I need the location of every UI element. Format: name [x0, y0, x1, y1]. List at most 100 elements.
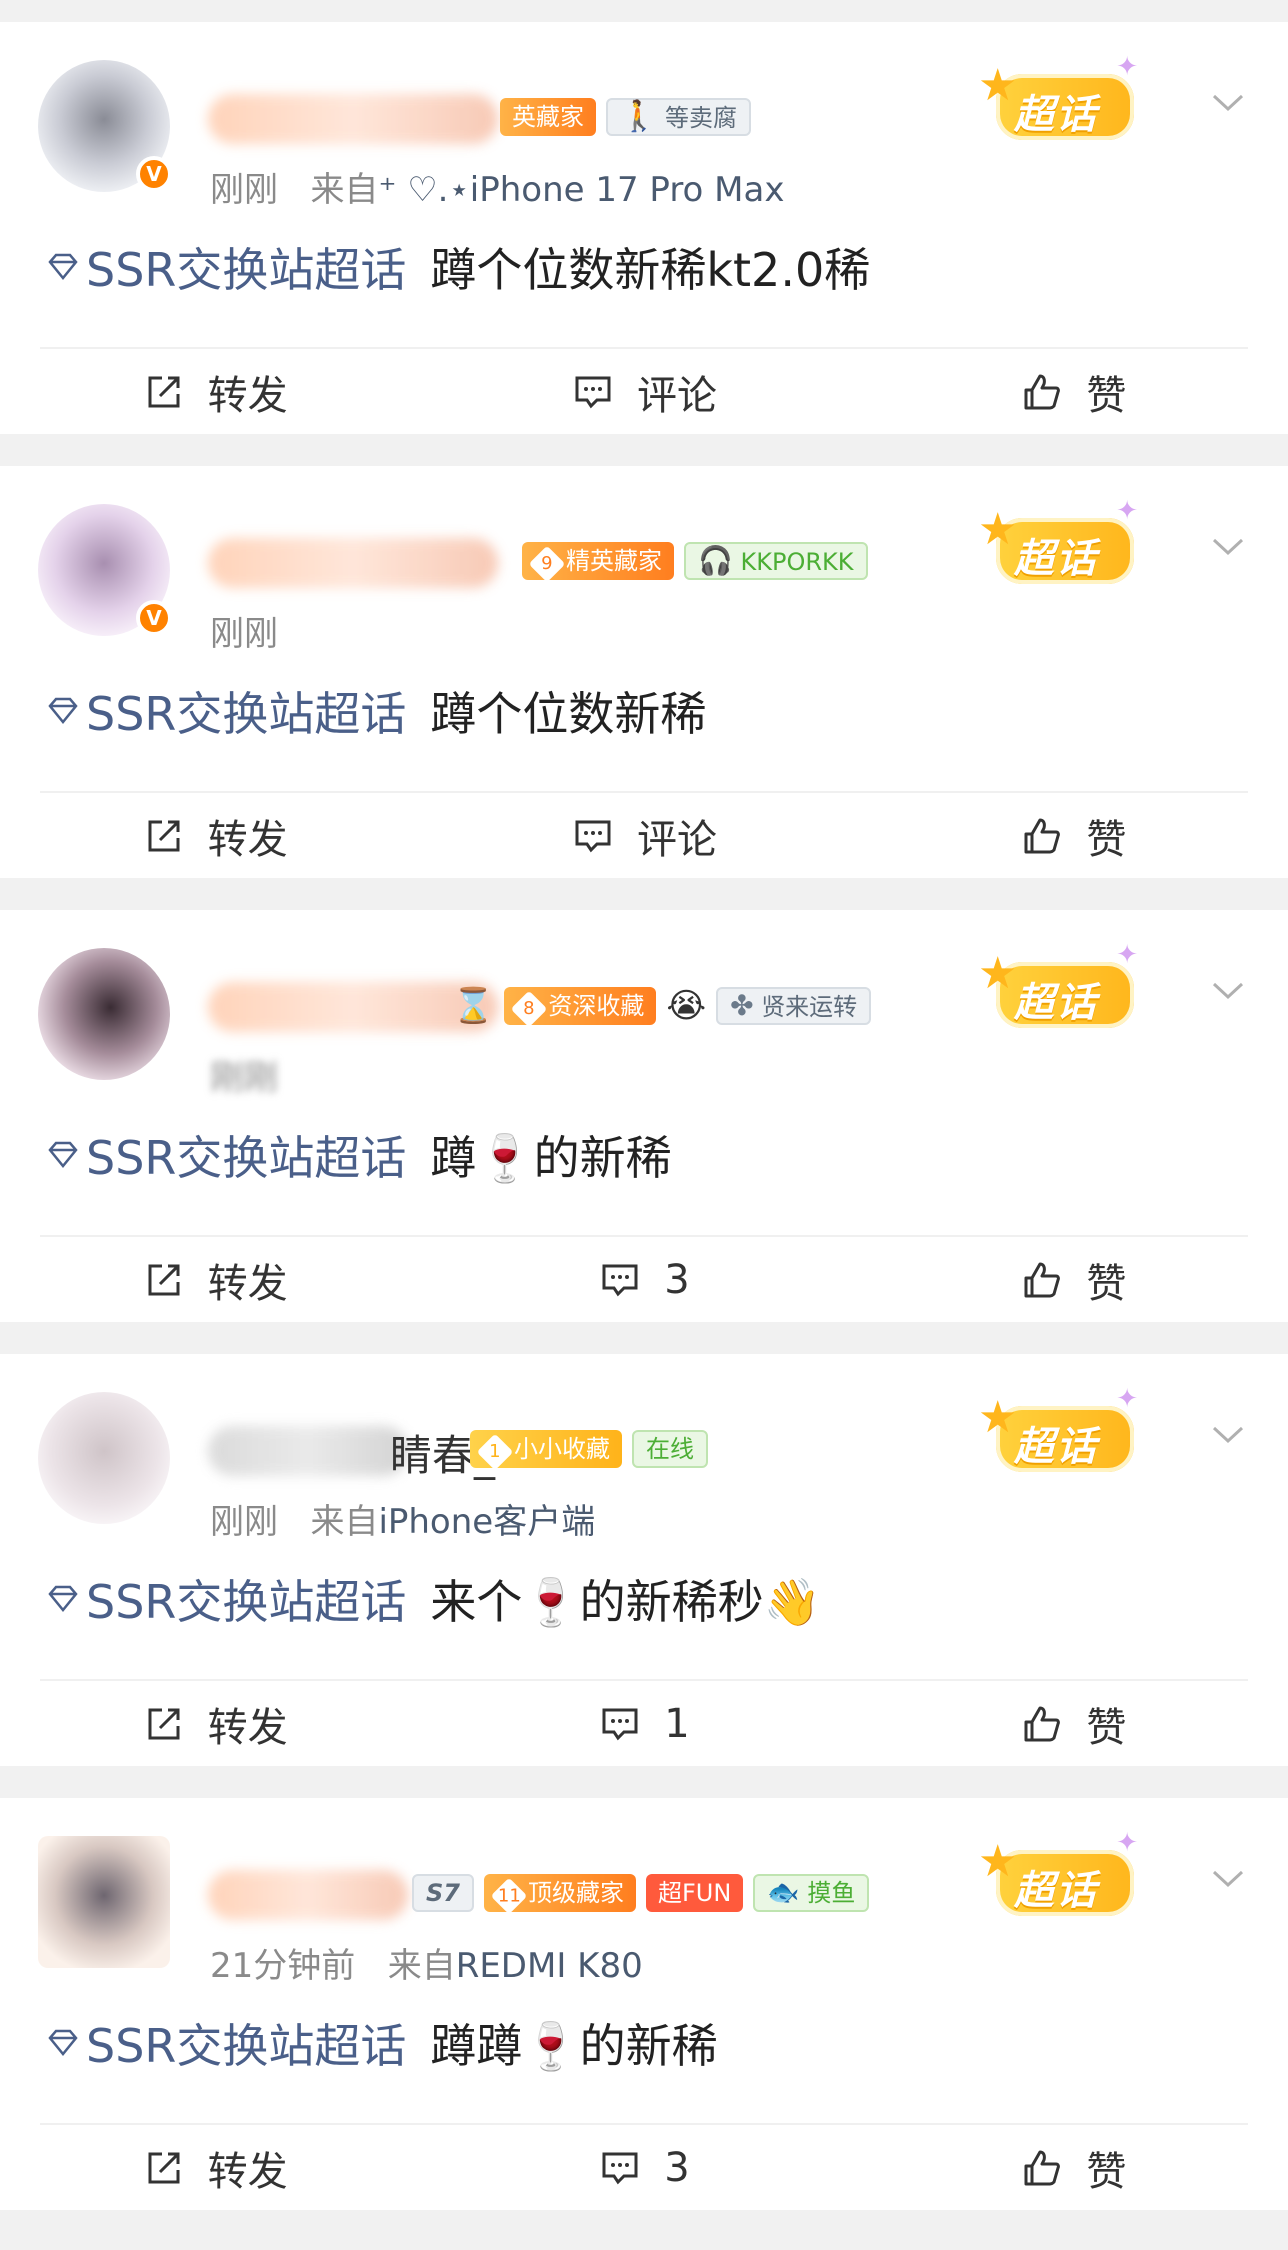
emoji-badge-icon[interactable]: 😭: [666, 986, 706, 1026]
repost-icon: [148, 1264, 180, 1296]
action-bar: 转发 评论 赞: [0, 806, 1288, 866]
level-badge-label: 顶级藏家: [527, 1879, 624, 1907]
level-number: 8: [510, 990, 548, 1028]
fan-badge-label: 摸鱼: [807, 1879, 856, 1907]
like-button[interactable]: 赞: [859, 2138, 1288, 2198]
post-source[interactable]: REDMI K80: [456, 1946, 643, 1986]
post-source[interactable]: ⁺ ♡.⋆iPhone 17 Pro Max: [378, 170, 784, 210]
chaohua-badge[interactable]: ★ 超话 ✦: [978, 52, 1148, 156]
star-icon: ★: [978, 948, 1018, 999]
svip-badge[interactable]: S7: [412, 1874, 474, 1912]
like-button[interactable]: 赞: [859, 362, 1288, 422]
chaohua-badge[interactable]: ★ 超话 ✦: [978, 496, 1148, 600]
chaohua-label: 超话: [1014, 1424, 1098, 1470]
comment-button[interactable]: 3: [429, 2138, 858, 2198]
repost-label: 转发: [207, 2149, 288, 2195]
star-icon: ★: [978, 60, 1018, 111]
fan-badge-label: 等卖腐: [665, 104, 737, 132]
level-badge[interactable]: 1 小小收藏: [470, 1430, 622, 1471]
fan-badge-label: KKPORKK: [740, 548, 854, 576]
repost-button[interactable]: 转发: [0, 2138, 429, 2198]
chaohua-badge[interactable]: ★ 超话 ✦: [978, 1384, 1148, 1488]
post-card[interactable]: ⌛ 8 资深收藏 😭 ✤ 贤来运转 刚刚 ★ 超话 ✦ SSR交换站超话 蹲🍷的新…: [0, 910, 1288, 1322]
level-badge[interactable]: 9 精英藏家: [522, 542, 674, 583]
repost-button[interactable]: 转发: [0, 362, 429, 422]
chaohua-label: 超话: [1014, 92, 1098, 138]
comment-button[interactable]: 1: [429, 1694, 858, 1754]
diamond-icon: [48, 2029, 78, 2056]
divider: [40, 1679, 1248, 1681]
like-button[interactable]: 赞: [859, 1694, 1288, 1754]
thumbs-up-icon: [1024, 374, 1061, 410]
fan-badge[interactable]: ✤ 贤来运转: [716, 987, 872, 1025]
thumbs-up-icon: [1024, 818, 1061, 854]
avatar[interactable]: [38, 948, 170, 1080]
comment-button[interactable]: 3: [429, 1250, 858, 1310]
badge-row: S7 11 顶级藏家 超FUN 🐟 摸鱼: [412, 1874, 870, 1915]
chevron-down-icon[interactable]: [1208, 1414, 1248, 1454]
avatar[interactable]: [38, 1836, 170, 1968]
avatar[interactable]: [38, 1392, 170, 1524]
post-card[interactable]: 睛春_ 1 小小收藏 在线 刚刚 来自iPhone客户端 ★ 超话 ✦ SSR交换…: [0, 1354, 1288, 1766]
chevron-down-icon[interactable]: [1208, 1858, 1248, 1898]
username-blurred[interactable]: [208, 1426, 408, 1476]
sparkle-icon: ✦: [1116, 496, 1138, 526]
topic-link[interactable]: SSR交换站超话: [46, 1566, 406, 1632]
repost-button[interactable]: 转发: [0, 806, 429, 866]
star-icon: ★: [978, 1836, 1018, 1887]
post-content[interactable]: SSR交换站超话 来个🍷的新稀秒👋: [46, 1566, 821, 1632]
divider: [40, 347, 1248, 349]
level-badge[interactable]: 11 顶级藏家: [483, 1874, 636, 1915]
post-card[interactable]: S7 11 顶级藏家 超FUN 🐟 摸鱼 21分钟前 来自REDMI K80 ★ …: [0, 1798, 1288, 2210]
repost-button[interactable]: 转发: [0, 1694, 429, 1754]
post-card[interactable]: V 9 精英藏家 🎧 KKPORKK 刚刚 ★ 超话 ✦ SSR交换站超话 蹲个位…: [0, 466, 1288, 878]
fun-badge[interactable]: 超FUN: [645, 1874, 744, 1912]
chevron-down-icon[interactable]: [1208, 970, 1248, 1010]
level-badge[interactable]: 英藏家: [500, 98, 596, 136]
level-badge[interactable]: 8 资深收藏: [504, 987, 657, 1028]
star-icon: ★: [978, 504, 1018, 555]
comment-icon: [575, 376, 611, 409]
post-card[interactable]: V 英藏家 🚶 等卖腐 刚刚 来自⁺ ♡.⋆iPhone 17 Pro Max …: [0, 22, 1288, 434]
repost-button[interactable]: 转发: [0, 1250, 429, 1310]
post-content[interactable]: SSR交换站超话 蹲蹲🍷的新稀: [46, 2010, 718, 2076]
avatar[interactable]: V: [38, 504, 172, 636]
divider: [40, 1235, 1248, 1237]
post-content[interactable]: SSR交换站超话 蹲个位数新稀: [46, 678, 706, 744]
chevron-down-icon[interactable]: [1208, 82, 1248, 122]
comment-count: 3: [664, 2145, 690, 2191]
divider: [40, 791, 1248, 793]
fan-badge[interactable]: 🚶 等卖腐: [606, 98, 751, 136]
action-bar: 转发 评论 赞: [0, 362, 1288, 422]
username-blurred[interactable]: [208, 1870, 408, 1920]
level-badge-label: 小小收藏: [514, 1435, 610, 1463]
comment-button[interactable]: 评论: [429, 362, 858, 422]
comment-button[interactable]: 评论: [429, 806, 858, 866]
post-content[interactable]: SSR交换站超话 蹲个位数新稀kt2.0稀: [46, 234, 870, 300]
chaohua-badge[interactable]: ★ 超话 ✦: [978, 1828, 1148, 1932]
badge-row: ⌛ 8 资深收藏 😭 ✤ 贤来运转: [452, 986, 872, 1028]
topic-link[interactable]: SSR交换站超话: [46, 678, 406, 744]
post-source[interactable]: iPhone客户端: [378, 1502, 595, 1542]
chaohua-badge[interactable]: ★ 超话 ✦: [978, 940, 1148, 1044]
like-button[interactable]: 赞: [859, 1250, 1288, 1310]
headphones-icon: 🎧: [698, 544, 733, 577]
username-blurred[interactable]: [208, 94, 498, 144]
repost-label: 转发: [207, 373, 288, 419]
topic-link[interactable]: SSR交换站超话: [46, 1122, 406, 1188]
fan-badge[interactable]: 🎧 KKPORKK: [684, 542, 868, 580]
topic-link[interactable]: SSR交换站超话: [46, 2010, 406, 2076]
topic-label: SSR交换站超话: [86, 243, 407, 297]
post-content[interactable]: SSR交换站超话 蹲🍷的新稀: [46, 1122, 672, 1188]
chevron-down-icon[interactable]: [1208, 526, 1248, 566]
post-text: 蹲🍷的新稀: [430, 1131, 672, 1185]
thumbs-up-icon: [1024, 2150, 1061, 2186]
username-blurred[interactable]: [208, 538, 498, 588]
comment-count: 1: [664, 1701, 690, 1747]
fan-badge[interactable]: 🐟 摸鱼: [753, 1874, 870, 1912]
repost-icon: [148, 2152, 180, 2184]
avatar[interactable]: V: [38, 60, 172, 192]
topic-link[interactable]: SSR交换站超话: [46, 234, 406, 300]
like-button[interactable]: 赞: [859, 806, 1288, 866]
online-badge: 在线: [632, 1430, 708, 1468]
